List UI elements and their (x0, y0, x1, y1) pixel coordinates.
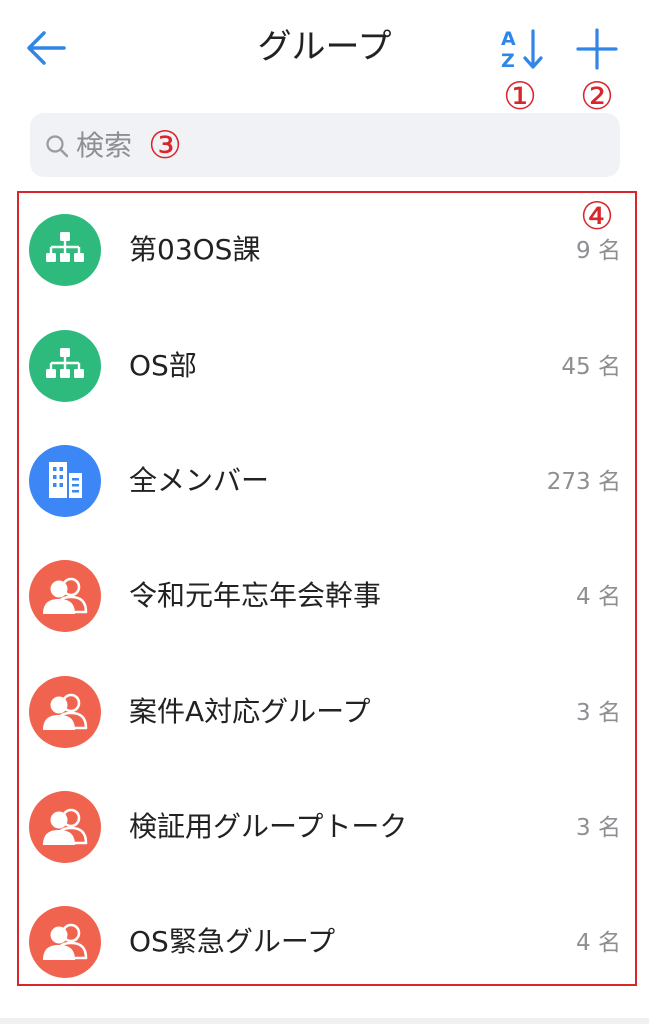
group-row[interactable]: 第03OS課 9 名 (19, 200, 635, 300)
group-name: 検証用グループトーク (129, 810, 408, 843)
plus-icon (576, 28, 618, 70)
group-avatar (29, 330, 101, 402)
group-row[interactable]: OS緊急グループ 4 名 (19, 892, 635, 992)
arrow-left-icon (27, 31, 66, 65)
bottom-edge (0, 1018, 649, 1024)
group-row[interactable]: 令和元年忘年会幹事 4 名 (19, 546, 635, 646)
svg-text:A: A (501, 28, 516, 50)
group-row[interactable]: 検証用グループトーク 3 名 (19, 777, 635, 877)
people-icon (29, 906, 101, 978)
callout-2: ② (580, 74, 615, 118)
group-row[interactable]: 案件A対応グループ 3 名 (19, 662, 635, 762)
member-count: 45 名 (561, 354, 621, 380)
group-avatar (29, 214, 101, 286)
member-count: 3 名 (576, 700, 621, 726)
group-row[interactable]: 全メンバー 273 名 (19, 431, 635, 531)
page-title: グループ (257, 27, 392, 67)
group-avatar (29, 560, 101, 632)
svg-text:Z: Z (501, 50, 515, 72)
callout-3: ③ (148, 123, 183, 167)
group-name: 第03OS課 (129, 233, 261, 266)
sort-az-icon: A Z (501, 28, 543, 72)
member-count: 3 名 (576, 815, 621, 841)
people-icon (29, 676, 101, 748)
group-avatar (29, 676, 101, 748)
back-button[interactable] (24, 28, 68, 68)
group-avatar (29, 791, 101, 863)
group-name: 令和元年忘年会幹事 (129, 579, 382, 612)
sort-button[interactable]: A Z (500, 26, 546, 72)
group-avatar (29, 445, 101, 517)
member-count: 4 名 (576, 584, 621, 610)
callout-1: ① (503, 74, 538, 118)
org-chart-icon (29, 214, 101, 286)
group-avatar (29, 906, 101, 978)
group-name: OS緊急グループ (129, 925, 336, 958)
people-icon (29, 791, 101, 863)
add-group-button[interactable] (574, 26, 620, 72)
org-chart-icon (29, 330, 101, 402)
member-count: 273 名 (546, 469, 621, 495)
people-icon (29, 560, 101, 632)
group-name: 全メンバー (129, 464, 270, 497)
building-icon (29, 445, 101, 517)
search-bar[interactable]: ③ (30, 113, 620, 177)
group-name: OS部 (129, 349, 197, 382)
member-count: 9 名 (576, 238, 621, 264)
group-row[interactable]: OS部 45 名 (19, 316, 635, 416)
member-count: 4 名 (576, 930, 621, 956)
header: グループ A Z (0, 0, 649, 100)
search-icon (46, 135, 69, 158)
group-name: 案件A対応グループ (129, 695, 371, 728)
